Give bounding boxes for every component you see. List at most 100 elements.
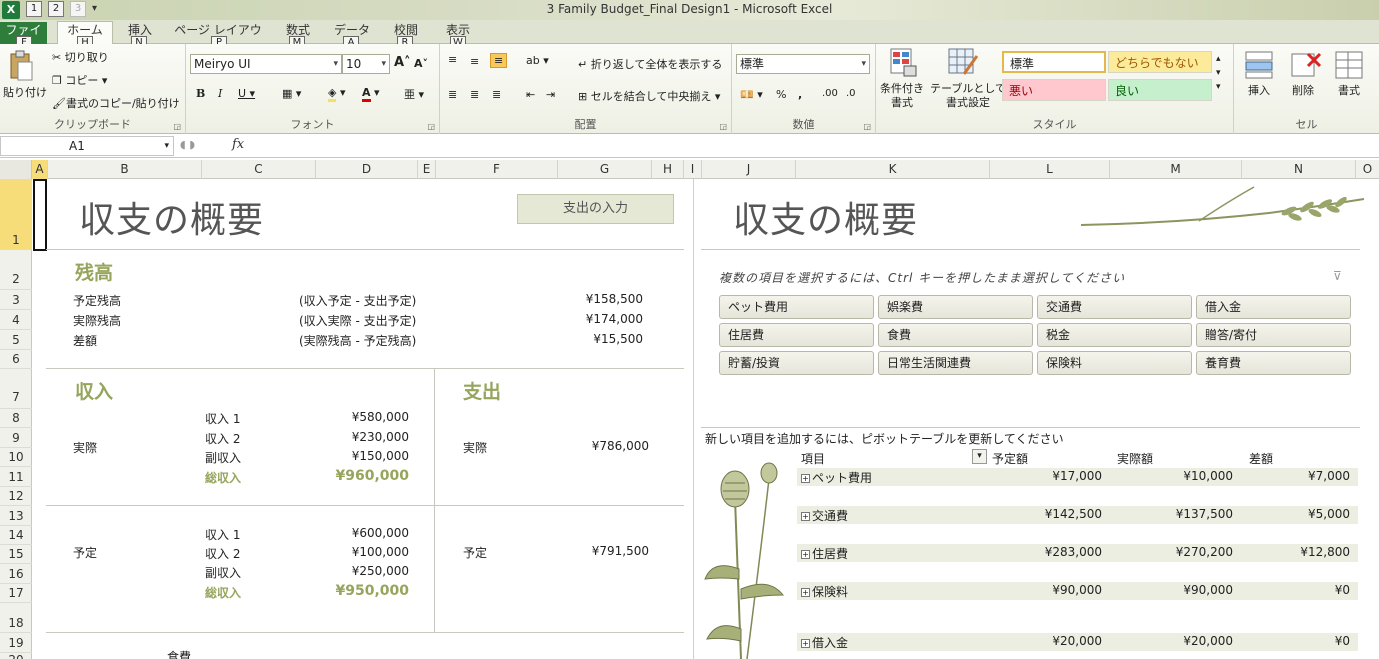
column-header-d[interactable]: D (316, 160, 418, 179)
slicer-item[interactable]: 養育費 (1196, 351, 1351, 375)
expand-icon[interactable]: + (801, 512, 810, 521)
increase-decimal-icon[interactable]: .00 (822, 88, 838, 99)
slicer-item[interactable]: ペット費用 (719, 295, 874, 319)
row-header-6[interactable]: 6 (0, 350, 32, 369)
expand-icon[interactable]: + (801, 588, 810, 597)
pivot-filter-dropdown-icon[interactable]: ▾ (972, 449, 987, 464)
fill-color-icon[interactable]: ◈ ▾ (328, 86, 346, 102)
row-header-13[interactable]: 13 (0, 506, 32, 526)
styles-scroll-icon[interactable]: ▴ ▾ ▾ (1216, 52, 1221, 94)
wrap-text-button[interactable]: ↵ 折り返して全体を表示する (578, 56, 722, 72)
column-header-g[interactable]: G (558, 160, 652, 179)
row-header-17[interactable]: 17 (0, 584, 32, 603)
decrease-indent-icon[interactable]: ⇤ (526, 88, 535, 101)
expand-icon[interactable]: + (801, 474, 810, 483)
insert-button[interactable]: 挿入 (1248, 82, 1270, 98)
increase-indent-icon[interactable]: ⇥ (546, 88, 555, 101)
slicer-item[interactable]: 税金 (1037, 323, 1192, 347)
insert-function-icon[interactable]: fx (232, 137, 244, 152)
clipboard-dialog-launcher-icon[interactable]: ◲ (173, 122, 181, 131)
row-header-18[interactable]: 18 (0, 603, 32, 633)
delete-button[interactable]: 削除 (1292, 82, 1314, 98)
grow-font-icon[interactable]: A˄ (394, 55, 411, 70)
row-header-5[interactable]: 5 (0, 330, 32, 350)
row-header-14[interactable]: 14 (0, 526, 32, 545)
conditional-format-button[interactable]: 条件付き 書式 (880, 82, 924, 110)
column-header-f[interactable]: F (436, 160, 558, 179)
conditional-format-icon[interactable] (890, 48, 918, 78)
row-header-7[interactable]: 7 (0, 369, 32, 409)
font-color-icon[interactable]: A ▾ (362, 86, 380, 102)
clear-filter-icon[interactable]: ⊽ (1333, 269, 1342, 283)
row-header-3[interactable]: 3 (0, 290, 32, 310)
slicer-item[interactable]: 贈答/寄付 (1196, 323, 1351, 347)
slicer-item[interactable]: 食費 (878, 323, 1033, 347)
style-bad[interactable]: 悪い (1002, 79, 1106, 101)
align-center-icon[interactable]: ≣ (470, 88, 479, 101)
row-header-4[interactable]: 4 (0, 310, 32, 330)
slicer-item[interactable]: 借入金 (1196, 295, 1351, 319)
expand-icon[interactable]: + (801, 550, 810, 559)
row-header-16[interactable]: 16 (0, 564, 32, 584)
column-header-b[interactable]: B (48, 160, 202, 179)
slicer-item[interactable]: 娯楽費 (878, 295, 1033, 319)
column-header-i[interactable]: I (684, 160, 702, 179)
phonetic-icon[interactable]: 亜 ▾ (404, 86, 424, 102)
format-as-table-button[interactable]: テーブルとして 書式設定 (930, 82, 1006, 110)
column-header-l[interactable]: L (990, 160, 1110, 179)
row-header-12[interactable]: 12 (0, 487, 32, 506)
alignment-dialog-launcher-icon[interactable]: ◲ (719, 122, 727, 131)
row-header-19[interactable]: 19 (0, 633, 32, 653)
slicer-item[interactable]: 日常生活関連費 (878, 351, 1033, 375)
column-header-j[interactable]: J (702, 160, 796, 179)
slicer-item[interactable]: 交通費 (1037, 295, 1192, 319)
column-header-h[interactable]: H (652, 160, 684, 179)
insert-cells-icon[interactable] (1244, 50, 1276, 80)
row-header-10[interactable]: 10 (0, 448, 32, 467)
active-cell-a1[interactable] (33, 179, 47, 251)
delete-cells-icon[interactable] (1290, 50, 1322, 80)
style-normal[interactable]: 標準 (1002, 51, 1106, 73)
merge-center-button[interactable]: ⊞ セルを結合して中央揃え ▾ (578, 88, 720, 104)
expand-icon[interactable]: + (801, 639, 810, 648)
align-bottom-icon[interactable]: ≡ (490, 53, 508, 68)
number-dialog-launcher-icon[interactable]: ◲ (863, 122, 871, 131)
border-icon[interactable]: ▦ ▾ (282, 87, 301, 100)
style-good[interactable]: 良い (1108, 79, 1212, 101)
font-name-combo[interactable]: Meiryo UI ▾ (190, 54, 342, 74)
bold-icon[interactable]: B (196, 87, 205, 100)
enter-expense-button[interactable]: 支出の入力 (517, 194, 674, 224)
paste-button[interactable]: 貼り付け (3, 84, 47, 100)
orientation-icon[interactable]: ab ▾ (526, 54, 549, 67)
slicer-item[interactable]: 保険料 (1037, 351, 1192, 375)
align-top-icon[interactable]: ≡ (448, 53, 457, 66)
italic-icon[interactable]: I (218, 87, 222, 100)
align-middle-icon[interactable]: ≡ (470, 55, 479, 68)
slicer-item[interactable]: 貯蓄/投資 (719, 351, 874, 375)
format-cells-icon[interactable] (1334, 50, 1366, 80)
column-header-a[interactable]: A (32, 160, 48, 179)
font-size-combo[interactable]: 10 ▾ (342, 54, 390, 74)
column-header-k[interactable]: K (796, 160, 990, 179)
align-right-icon[interactable]: ≣ (492, 88, 501, 101)
row-header-8[interactable]: 8 (0, 409, 32, 428)
comma-icon[interactable]: , (798, 88, 802, 101)
row-header-9[interactable]: 9 (0, 428, 32, 448)
shrink-font-icon[interactable]: A˅ (414, 57, 428, 70)
number-format-combo[interactable]: 標準 ▾ (736, 54, 870, 74)
style-neutral[interactable]: どちらでもない (1108, 51, 1212, 73)
row-header-2[interactable]: 2 (0, 250, 32, 290)
row-header-20[interactable]: 20 (0, 653, 32, 659)
currency-icon[interactable]: 💴 ▾ (740, 88, 763, 101)
paste-icon[interactable] (8, 50, 34, 82)
column-header-c[interactable]: C (202, 160, 316, 179)
copy-button[interactable]: ❐ コピー ▾ (52, 72, 107, 88)
row-header-1[interactable]: 1 (0, 179, 32, 250)
font-dialog-launcher-icon[interactable]: ◲ (427, 122, 435, 131)
decrease-decimal-icon[interactable]: .0 (846, 88, 856, 99)
select-all-corner[interactable] (0, 160, 32, 179)
slicer-item[interactable]: 住居費 (719, 323, 874, 347)
column-header-n[interactable]: N (1242, 160, 1356, 179)
cut-button[interactable]: ✂ 切り取り (52, 49, 109, 65)
column-header-o[interactable]: O (1356, 160, 1379, 179)
